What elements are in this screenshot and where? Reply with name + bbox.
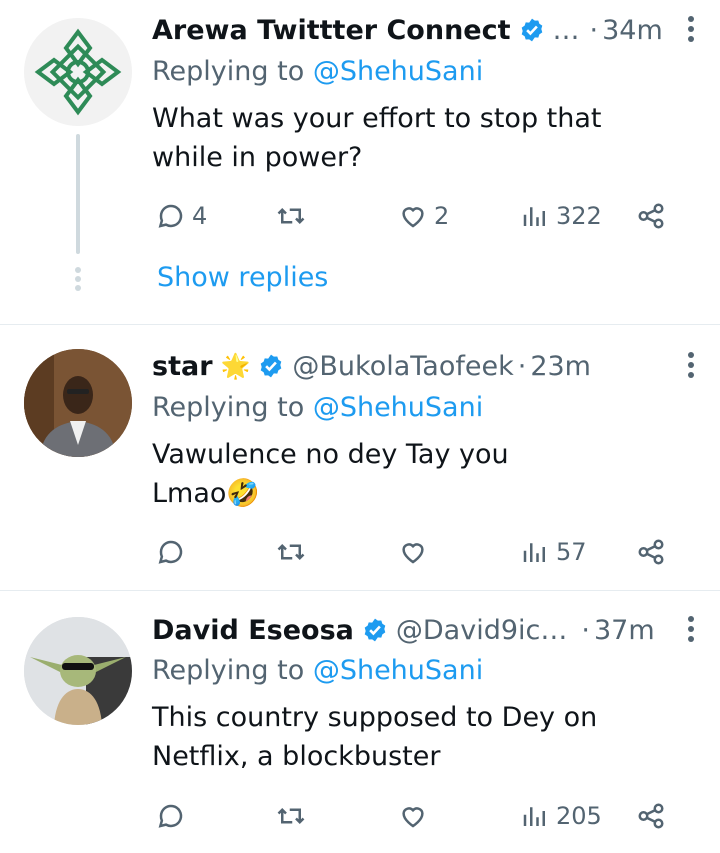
reply-icon: [158, 804, 183, 828]
like-icon: [402, 807, 424, 828]
view-count: 57: [556, 538, 587, 566]
profile-photo-icon: [24, 349, 132, 457]
separator: ·: [517, 350, 527, 382]
views-button[interactable]: 57: [520, 532, 587, 572]
avatar-david[interactable]: [24, 617, 132, 725]
retweet-button[interactable]: [276, 196, 306, 236]
verified-badge-icon: [521, 18, 542, 42]
view-count: 322: [556, 202, 602, 230]
profile-photo-icon: [24, 617, 132, 725]
show-replies-link[interactable]: Show replies: [157, 262, 328, 293]
reply-button[interactable]: [156, 796, 186, 836]
share-icon: [638, 803, 664, 829]
reply-icon: [158, 204, 183, 228]
username-handle[interactable]: @David9ic…: [396, 615, 567, 646]
replying-to: Replying to @ShehuSani: [152, 56, 483, 87]
retweet-icon: [277, 543, 305, 561]
mention-link[interactable]: @ShehuSani: [313, 392, 483, 423]
more-icon[interactable]: [688, 616, 696, 646]
share-button[interactable]: [636, 532, 666, 572]
reply-count: 4: [192, 202, 208, 230]
mention-link[interactable]: @ShehuSani: [313, 56, 483, 87]
views-icon: [523, 543, 545, 562]
tweet-text: Vawulence no dey Tay you Lmao🤣: [152, 435, 680, 513]
separator: ·: [589, 14, 599, 46]
avatar-arewa[interactable]: [24, 18, 132, 126]
display-name[interactable]: Arewa Twittter Connect: [152, 15, 511, 46]
timestamp[interactable]: 34m: [602, 15, 663, 46]
action-bar: 57: [152, 532, 682, 572]
tweet-text: What was your effort to stop that while …: [152, 103, 602, 173]
like-button[interactable]: [398, 532, 428, 572]
replying-prefix: Replying to: [152, 392, 313, 423]
share-icon: [638, 203, 664, 229]
share-icon: [638, 539, 664, 565]
tweet-2[interactable]: star 🌟 @BukolaTaofeek · 23m Replying to …: [0, 325, 720, 590]
tweet-text: This country supposed to Dey on Netflix,…: [152, 702, 598, 772]
view-count: 205: [556, 802, 602, 830]
reply-button[interactable]: [156, 532, 186, 572]
reply-icon: [158, 540, 183, 564]
username-handle[interactable]: …: [553, 15, 580, 46]
avatar-star[interactable]: [24, 349, 132, 457]
separator: ·: [581, 614, 590, 646]
views-icon: [523, 207, 545, 226]
like-button[interactable]: [398, 796, 428, 836]
mention-link[interactable]: @ShehuSani: [313, 655, 483, 686]
verified-badge-icon: [261, 354, 282, 378]
display-name[interactable]: David Eseosa: [152, 615, 354, 646]
replying-to: Replying to @ShehuSani: [152, 392, 483, 423]
like-icon: [402, 543, 424, 564]
action-bar: 205: [152, 796, 682, 836]
username-handle[interactable]: @BukolaTaofeek: [292, 351, 513, 382]
reply-button[interactable]: 4: [156, 196, 207, 236]
share-button[interactable]: [636, 796, 666, 836]
more-icon[interactable]: [688, 16, 696, 46]
star-emoji: 🌟: [220, 352, 251, 380]
replying-to: Replying to @ShehuSani: [152, 655, 483, 686]
tweet-1[interactable]: Arewa Twittter Connect … · 34m Replying …: [0, 0, 720, 324]
views-button[interactable]: 205: [520, 796, 602, 836]
verified-badge-icon: [364, 618, 386, 642]
display-name[interactable]: star: [152, 351, 213, 382]
retweet-button[interactable]: [276, 532, 306, 572]
retweet-icon: [277, 807, 305, 825]
tweet-text-line: Vawulence no dey Tay you: [152, 439, 509, 470]
tweet-text-line: Lmao🤣: [152, 478, 261, 509]
share-button[interactable]: [636, 196, 666, 236]
thread-line: [76, 134, 80, 254]
timestamp[interactable]: 23m: [530, 351, 591, 382]
more-icon[interactable]: [688, 352, 696, 382]
views-icon: [523, 807, 545, 826]
views-button[interactable]: 322: [520, 196, 602, 236]
arewa-logo-icon: [24, 18, 132, 126]
timestamp[interactable]: 37m: [594, 615, 655, 646]
retweet-button[interactable]: [276, 796, 306, 836]
tweet-3[interactable]: David Eseosa @David9ic… · 37m Replying t…: [0, 591, 720, 853]
like-icon: [402, 207, 424, 228]
like-button[interactable]: 2: [398, 196, 449, 236]
action-bar: 4 2 322: [152, 196, 682, 236]
replying-prefix: Replying to: [152, 56, 313, 87]
thread-continuation-icon: [75, 267, 81, 294]
replying-prefix: Replying to: [152, 655, 313, 686]
retweet-icon: [277, 207, 305, 225]
like-count: 2: [434, 202, 450, 230]
